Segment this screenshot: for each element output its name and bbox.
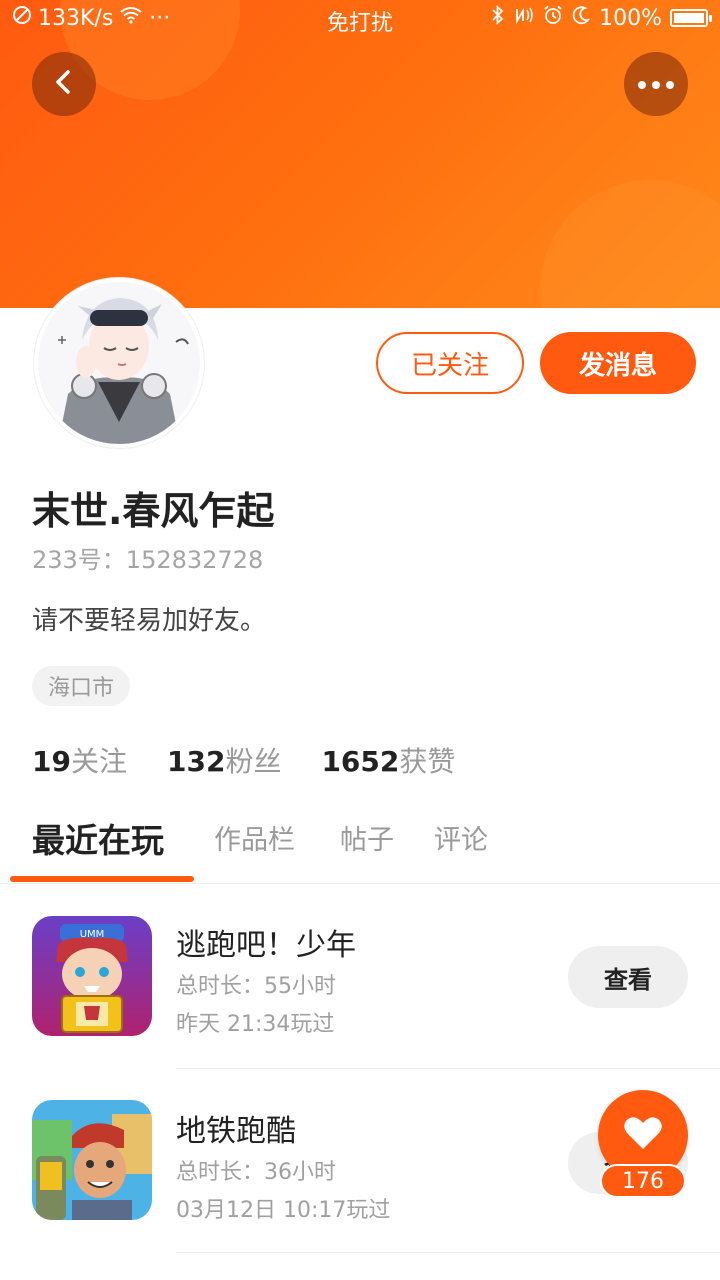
battery-icon xyxy=(670,9,712,27)
game-icon: UMM xyxy=(32,916,152,1036)
game-icon xyxy=(32,1100,152,1220)
more-options-button[interactable] xyxy=(624,52,688,116)
status-bar: 133K/s ··· 免打扰 100% xyxy=(0,0,720,38)
location-tag: 海口市 xyxy=(32,666,131,706)
user-id: 233号：152832728 xyxy=(32,546,264,574)
game-duration: 总时长：36小时 xyxy=(176,1160,336,1185)
fans-label: 粉丝 xyxy=(225,745,282,778)
active-tab-indicator xyxy=(10,876,194,882)
followed-button[interactable]: 已关注 xyxy=(376,332,524,394)
game-duration: 总时长：55小时 xyxy=(176,974,336,999)
send-message-button[interactable]: 发消息 xyxy=(540,332,696,394)
more-dots-icon xyxy=(636,75,676,94)
banner-decoration xyxy=(540,180,720,308)
chevron-left-icon xyxy=(50,68,78,100)
likes-label: 获赞 xyxy=(399,745,456,778)
divider xyxy=(176,1068,720,1069)
avatar[interactable] xyxy=(34,278,204,448)
following-label: 关注 xyxy=(70,745,127,778)
game-last-played: 03月12日 10:17玩过 xyxy=(176,1198,391,1223)
likes-stat: 1652获赞 xyxy=(321,740,455,780)
alarm-icon xyxy=(543,5,563,31)
view-game-button[interactable]: 查看 xyxy=(568,946,688,1008)
avatar-image xyxy=(38,282,200,444)
username: 末世.春风乍起 xyxy=(32,489,275,533)
profile-banner: 133K/s ··· 免打扰 100% xyxy=(0,0,720,308)
fans-count: 132 xyxy=(166,745,226,778)
tab-posts[interactable]: 帖子 xyxy=(340,818,394,857)
list-item[interactable]: UMM 逃跑吧！少年 总时长：55小时 昨天 21:34玩过 查看 xyxy=(0,884,720,1070)
divider xyxy=(176,1252,720,1253)
back-button[interactable] xyxy=(32,52,96,116)
like-count-badge: 176 xyxy=(600,1164,686,1198)
tab-works[interactable]: 作品栏 xyxy=(214,818,295,857)
profile-stats: 19关注 132粉丝 1652获赞 xyxy=(32,740,455,780)
bluetooth-icon xyxy=(491,4,505,31)
nfc-icon xyxy=(513,5,535,31)
likes-count: 1652 xyxy=(321,745,400,778)
fans-stat[interactable]: 132粉丝 xyxy=(167,740,281,780)
battery-level: 100% xyxy=(599,5,662,31)
game-title: 地铁跑酷 xyxy=(176,1114,296,1149)
heart-icon xyxy=(623,1115,663,1155)
following-stat[interactable]: 19关注 xyxy=(32,740,127,780)
moon-icon xyxy=(571,5,591,31)
following-count: 19 xyxy=(32,745,71,778)
user-bio: 请不要轻易加好友。 xyxy=(32,606,267,636)
tab-recently-played[interactable]: 最近在玩 xyxy=(32,814,164,862)
tab-comments[interactable]: 评论 xyxy=(434,818,488,857)
game-last-played: 昨天 21:34玩过 xyxy=(176,1012,335,1037)
profile-tabs: 最近在玩 作品栏 帖子 评论 xyxy=(0,808,720,884)
game-title: 逃跑吧！少年 xyxy=(176,928,356,963)
